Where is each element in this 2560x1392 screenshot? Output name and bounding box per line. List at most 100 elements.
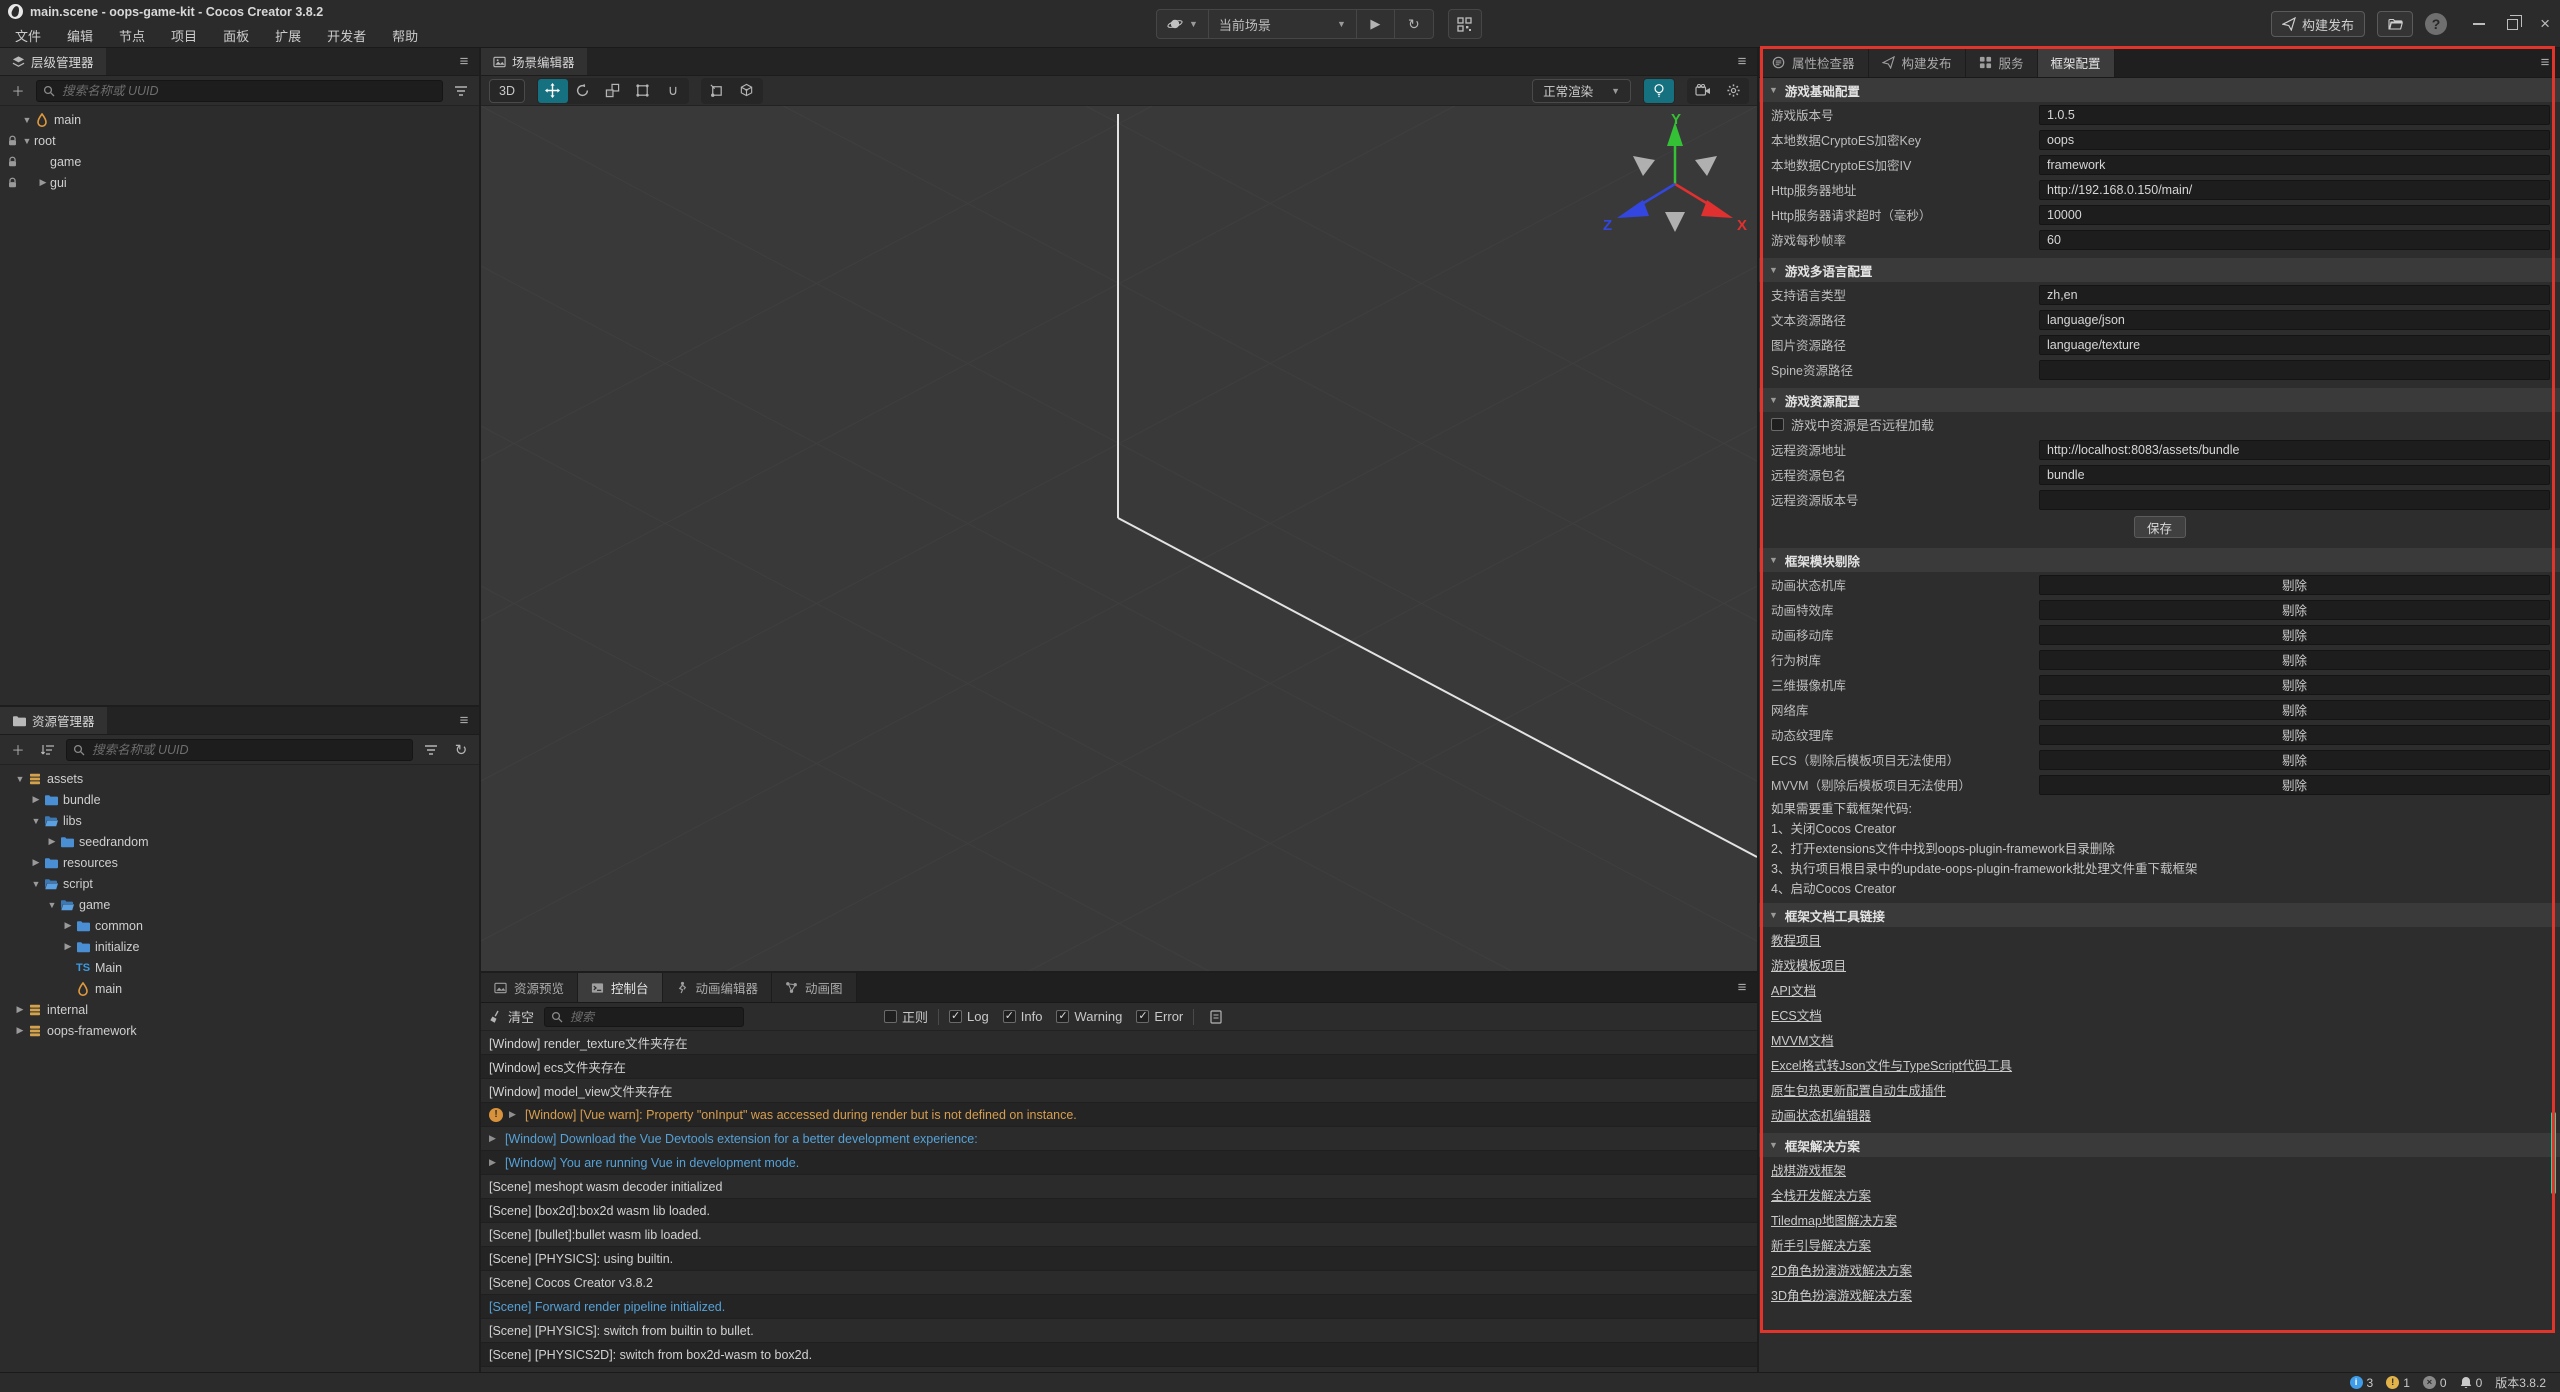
field-input[interactable]: 10000 bbox=[2039, 205, 2550, 225]
doc-link[interactable]: Excel格式转Json文件与TypeScript代码工具 bbox=[1771, 1055, 2012, 1074]
section-header-1[interactable]: ▼游戏多语言配置 bbox=[1759, 258, 2560, 282]
chevron-right-icon[interactable]: ▶ bbox=[509, 1109, 519, 1120]
log-row[interactable]: ▶[Window] Download the Vue Devtools exte… bbox=[481, 1127, 1757, 1151]
export-log-button[interactable] bbox=[1204, 1006, 1228, 1028]
hierarchy-node-root[interactable]: ▼root bbox=[0, 130, 479, 151]
doc-link[interactable]: 3D角色扮演游戏解决方案 bbox=[1771, 1285, 1912, 1304]
menu-item-4[interactable]: 面板 bbox=[210, 23, 262, 48]
menu-item-0[interactable]: 文件 bbox=[2, 23, 54, 48]
menu-item-7[interactable]: 帮助 bbox=[379, 23, 431, 48]
assets-node-resources[interactable]: ▶resources bbox=[0, 852, 479, 873]
log-row[interactable]: [Scene] Forward render pipeline initiali… bbox=[481, 1295, 1757, 1319]
field-input[interactable]: language/json bbox=[2039, 310, 2550, 330]
inspector-tab-2[interactable]: 服务 bbox=[1966, 48, 2038, 77]
assets-node-game[interactable]: ▼game bbox=[0, 894, 479, 915]
remove-module-button[interactable]: 剔除 bbox=[2039, 725, 2550, 745]
menu-item-2[interactable]: 节点 bbox=[106, 23, 158, 48]
doc-link[interactable]: 全栈开发解决方案 bbox=[1771, 1185, 1871, 1204]
console-tab-0[interactable]: 资源预览 bbox=[481, 973, 578, 1002]
chevron-down-icon[interactable]: ▼ bbox=[29, 816, 43, 826]
scene-camera-button[interactable] bbox=[1688, 79, 1718, 103]
assets-node-initialize[interactable]: ▶initialize bbox=[0, 936, 479, 957]
assets-node-common[interactable]: ▶common bbox=[0, 915, 479, 936]
filter-info-checkbox[interactable]: Info bbox=[1003, 1009, 1043, 1024]
assets-node-internal[interactable]: ▶internal bbox=[0, 999, 479, 1020]
view-gizmo[interactable]: Y X Z bbox=[1595, 114, 1757, 264]
rect-tool-button[interactable] bbox=[628, 79, 658, 103]
close-button[interactable]: × bbox=[2540, 19, 2550, 29]
scene-selector-dropdown[interactable]: 当前场景 ▼ bbox=[1209, 10, 1357, 38]
field-input[interactable]: bundle bbox=[2039, 465, 2550, 485]
hierarchy-node-game[interactable]: game bbox=[0, 151, 479, 172]
assets-node-libs[interactable]: ▼libs bbox=[0, 810, 479, 831]
remove-module-button[interactable]: 剔除 bbox=[2039, 775, 2550, 795]
log-row[interactable]: [Scene] meshopt wasm decoder initialized bbox=[481, 1175, 1757, 1199]
create-asset-button[interactable]: ＋ bbox=[6, 739, 30, 761]
chevron-right-icon[interactable]: ▶ bbox=[61, 920, 75, 931]
doc-link[interactable]: MVVM文档 bbox=[1771, 1030, 1834, 1049]
hierarchy-node-gui[interactable]: ▶gui bbox=[0, 172, 479, 193]
chevron-right-icon[interactable]: ▶ bbox=[29, 794, 43, 805]
filter-warning-checkbox[interactable]: Warning bbox=[1056, 1009, 1122, 1024]
console-tab-1[interactable]: 控制台 bbox=[578, 973, 663, 1002]
status-warning-count[interactable]: ! 1 bbox=[2386, 1376, 2410, 1390]
tab-hierarchy[interactable]: 层级管理器 bbox=[0, 48, 106, 75]
preview-platform-dropdown[interactable]: ▼ bbox=[1157, 10, 1209, 38]
chevron-right-icon[interactable]: ▶ bbox=[45, 836, 59, 847]
inspector-scrollbar-thumb[interactable] bbox=[2551, 1112, 2556, 1194]
field-input[interactable]: http://localhost:8083/assets/bundle bbox=[2039, 440, 2550, 460]
menu-item-3[interactable]: 项目 bbox=[158, 23, 210, 48]
chevron-right-icon[interactable]: ▶ bbox=[61, 941, 75, 952]
menu-item-6[interactable]: 开发者 bbox=[314, 23, 379, 48]
remove-module-button[interactable]: 剔除 bbox=[2039, 750, 2550, 770]
move-tool-button[interactable] bbox=[538, 79, 568, 103]
field-input[interactable] bbox=[2039, 360, 2550, 380]
scene-settings-button[interactable] bbox=[1718, 79, 1748, 103]
assets-node-assets[interactable]: ▼assets bbox=[0, 768, 479, 789]
tab-assets[interactable]: 资源管理器 bbox=[0, 707, 107, 734]
assets-node-bundle[interactable]: ▶bundle bbox=[0, 789, 479, 810]
chevron-down-icon[interactable]: ▼ bbox=[29, 879, 43, 889]
log-row[interactable]: ▶[Window] You are running Vue in develop… bbox=[481, 1151, 1757, 1175]
remove-module-button[interactable]: 剔除 bbox=[2039, 575, 2550, 595]
restart-button[interactable]: ↻ bbox=[1395, 10, 1433, 38]
chevron-right-icon[interactable]: ▶ bbox=[13, 1004, 27, 1015]
chevron-down-icon[interactable]: ▼ bbox=[13, 774, 27, 784]
rotate-tool-button[interactable] bbox=[568, 79, 598, 103]
minimize-button[interactable] bbox=[2473, 23, 2485, 25]
doc-link[interactable]: 2D角色扮演游戏解决方案 bbox=[1771, 1260, 1912, 1279]
chevron-right-icon[interactable]: ▶ bbox=[13, 1025, 27, 1036]
field-input[interactable]: zh,en bbox=[2039, 285, 2550, 305]
chevron-right-icon[interactable]: ▶ bbox=[36, 177, 50, 188]
doc-link[interactable]: API文档 bbox=[1771, 980, 1816, 999]
inspector-tab-1[interactable]: 构建发布 bbox=[1869, 48, 1966, 77]
ui-transform-tool-button[interactable]: ∪ bbox=[658, 79, 688, 103]
doc-link[interactable]: 新手引导解决方案 bbox=[1771, 1235, 1871, 1254]
scene-menu-button[interactable]: ≡ bbox=[1727, 48, 1757, 75]
device-preview-button[interactable] bbox=[1448, 9, 1482, 39]
log-row[interactable]: [Window] ecs文件夹存在 bbox=[481, 1055, 1757, 1079]
section-header-2[interactable]: ▼游戏资源配置 bbox=[1759, 388, 2560, 412]
doc-link[interactable]: 原生包热更新配置自动生成插件 bbox=[1771, 1080, 1946, 1099]
inspector-tab-0[interactable]: 属性检查器 bbox=[1759, 48, 1869, 77]
doc-link[interactable]: Tiledmap地图解决方案 bbox=[1771, 1210, 1897, 1229]
doc-link[interactable]: 动画状态机编辑器 bbox=[1771, 1105, 1871, 1124]
hierarchy-search-input[interactable] bbox=[60, 83, 436, 99]
chevron-right-icon[interactable]: ▶ bbox=[489, 1133, 499, 1144]
chevron-right-icon[interactable]: ▶ bbox=[29, 857, 43, 868]
help-button[interactable]: ? bbox=[2425, 13, 2447, 35]
log-row[interactable]: [Window] model_view文件夹存在 bbox=[481, 1079, 1757, 1103]
open-project-folder-button[interactable] bbox=[2377, 11, 2413, 37]
sort-assets-button[interactable] bbox=[36, 739, 60, 761]
remote-load-checkbox[interactable]: 游戏中资源是否远程加载 bbox=[1759, 412, 2560, 437]
remove-module-button[interactable]: 剔除 bbox=[2039, 625, 2550, 645]
section-header-4[interactable]: ▼框架文档工具链接 bbox=[1759, 903, 2560, 927]
create-node-button[interactable]: ＋ bbox=[6, 80, 30, 102]
field-input[interactable] bbox=[2039, 490, 2550, 510]
assets-menu-button[interactable]: ≡ bbox=[449, 707, 479, 734]
hierarchy-menu-button[interactable]: ≡ bbox=[449, 48, 479, 75]
section-header-3[interactable]: ▼框架模块剔除 bbox=[1759, 548, 2560, 572]
doc-link[interactable]: 教程项目 bbox=[1771, 930, 1821, 949]
inspector-tab-3[interactable]: 框架配置 bbox=[2038, 48, 2115, 77]
assets-filter-button[interactable] bbox=[419, 739, 443, 761]
